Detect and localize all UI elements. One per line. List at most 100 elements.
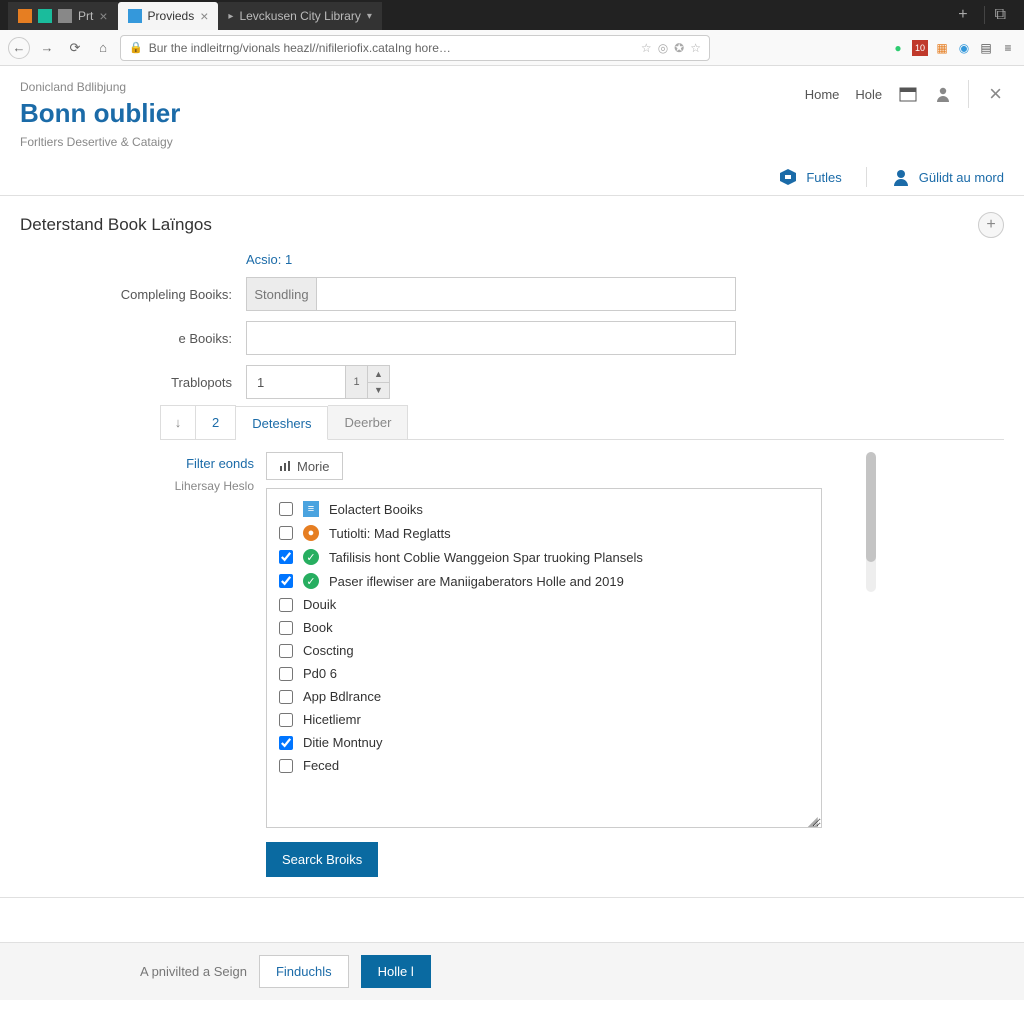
list-checkbox[interactable] — [279, 736, 293, 750]
list-checkbox[interactable] — [279, 574, 293, 588]
browser-tab-3[interactable]: ▸ Levckusen City Library ▾ — [218, 2, 381, 30]
footer-label: A pnivilted a Seign — [140, 964, 247, 979]
list-item[interactable]: ✓Tafilisis hont Coblie Wanggeion Spar tr… — [267, 545, 821, 569]
field-label-ebooks: e Booiks: — [20, 331, 246, 346]
list-item-label: Hicetliemr — [303, 712, 361, 727]
list-checkbox[interactable] — [279, 667, 293, 681]
tab-deteshers[interactable]: Deteshers — [236, 406, 328, 440]
browser-overflow-icon[interactable]: ⧉ — [984, 6, 1016, 24]
list-checkbox[interactable] — [279, 526, 293, 540]
calendar-icon[interactable] — [898, 85, 918, 103]
close-button[interactable]: × — [985, 81, 1006, 107]
list-checkbox[interactable] — [279, 690, 293, 704]
list-item-label: App Bdlrance — [303, 689, 381, 704]
list-item[interactable]: Hicetliemr — [267, 708, 821, 731]
list-item-label: Coscting — [303, 643, 354, 658]
account-guild[interactable]: Gülidt au mord — [891, 167, 1004, 187]
new-tab-button[interactable]: + — [948, 6, 977, 24]
account-bar: Futles Gülidt au mord — [0, 159, 1024, 196]
divider — [866, 167, 867, 187]
list-checkbox[interactable] — [279, 550, 293, 564]
ext-icon[interactable]: ▤ — [978, 40, 994, 56]
list-checkbox[interactable] — [279, 502, 293, 516]
list-item[interactable]: Douik — [267, 593, 821, 616]
tab-label: Prt — [78, 9, 93, 23]
list-item-label: Tutiolti: Mad Reglatts — [329, 526, 451, 541]
list-item[interactable]: ≡Eolactert Booiks — [267, 497, 821, 521]
trablopots-input[interactable] — [246, 365, 346, 399]
favicon-icon — [38, 9, 52, 23]
list-item-label: Book — [303, 620, 333, 635]
holle-button[interactable]: Holle l — [361, 955, 431, 988]
reload-button[interactable]: ⟳ — [64, 37, 86, 59]
bookmark-icon[interactable]: ☆ — [641, 41, 652, 55]
list-checkbox[interactable] — [279, 644, 293, 658]
page-subtitle: Forltiers Desertive & Cataigy — [20, 135, 1004, 149]
browser-toolbar: ← → ⟳ ⌂ 🔒 Bur the indleitrng/vionals hea… — [0, 30, 1024, 66]
close-icon[interactable]: × — [200, 8, 208, 24]
resize-grip-icon[interactable]: ◢ — [807, 813, 819, 825]
finduchls-button[interactable]: Finduchls — [259, 955, 349, 988]
account-label: Gülidt au mord — [919, 170, 1004, 185]
list-item-label: Pd0 6 — [303, 666, 337, 681]
chevron-down-icon[interactable]: ▼ — [368, 383, 389, 399]
forward-button[interactable]: → — [36, 37, 58, 59]
nav-home[interactable]: Home — [805, 87, 840, 102]
address-bar[interactable]: 🔒 Bur the indleitrng/vionals heazl//nifi… — [120, 35, 710, 61]
scrollbar-thumb[interactable] — [866, 452, 876, 562]
page-header: Donicland Bdlibjung Bonn oublier Forltie… — [0, 66, 1024, 159]
list-checkbox[interactable] — [279, 621, 293, 635]
browser-tab-2[interactable]: Provieds × — [118, 2, 219, 30]
lock-icon: 🔒 — [129, 41, 143, 54]
tab-2[interactable]: 2 — [196, 405, 236, 439]
ext-icon[interactable]: ● — [890, 40, 906, 56]
list-item[interactable]: Feced — [267, 754, 821, 777]
filter-listbox: ≡Eolactert Booiks●Tutiolti: Mad Reglatts… — [266, 488, 822, 828]
ext-icon[interactable]: ◉ — [956, 40, 972, 56]
add-button[interactable]: + — [978, 212, 1004, 238]
list-checkbox[interactable] — [279, 598, 293, 612]
favicon-icon — [18, 9, 32, 23]
sort-button[interactable]: ↓ — [160, 405, 196, 439]
tab-label: Provieds — [148, 9, 195, 23]
browser-tab-1[interactable]: Prt × — [8, 2, 118, 30]
filter-eonds-link[interactable]: Filter eonds — [20, 456, 266, 471]
list-item[interactable]: ✓Paser iflewiser are Maniigaberators Hol… — [267, 569, 821, 593]
close-icon[interactable]: × — [99, 8, 107, 24]
dropdown-icon[interactable]: ▾ — [367, 11, 372, 22]
account-futles[interactable]: Futles — [778, 167, 841, 187]
user-icon[interactable] — [934, 85, 952, 103]
chevron-up-icon[interactable]: ▲ — [368, 366, 389, 383]
list-checkbox[interactable] — [279, 713, 293, 727]
menu-icon[interactable]: ≡ — [1000, 40, 1016, 56]
quantity-stepper[interactable]: ▲ ▼ — [368, 365, 390, 399]
list-item[interactable]: ●Tutiolti: Mad Reglatts — [267, 521, 821, 545]
compleling-input[interactable] — [316, 277, 736, 311]
list-item[interactable]: App Bdlrance — [267, 685, 821, 708]
favicon-icon — [128, 9, 142, 23]
list-item[interactable]: Pd0 6 — [267, 662, 821, 685]
list-item-label: Tafilisis hont Coblie Wanggeion Spar tru… — [329, 550, 643, 565]
action-acsio[interactable]: Acsio: 1 — [246, 252, 292, 267]
nav-hole[interactable]: Hole — [855, 87, 882, 102]
list-item[interactable]: Coscting — [267, 639, 821, 662]
list-item[interactable]: Ditie Montnuy — [267, 731, 821, 754]
ext-icon[interactable]: 10 — [912, 40, 928, 56]
trablopots-suffix: 1 — [346, 365, 368, 399]
field-addon-stondling[interactable]: Stondling — [246, 277, 316, 311]
account-label: Futles — [806, 170, 841, 185]
list-item[interactable]: Book — [267, 616, 821, 639]
shield-icon[interactable]: ◎ — [658, 41, 668, 55]
search-books-button[interactable]: Searck Broiks — [266, 842, 378, 877]
tab-deerber[interactable]: Deerber — [328, 405, 408, 439]
globe-icon[interactable]: ✪ — [674, 41, 684, 55]
scrollbar[interactable] — [866, 452, 876, 592]
ebooks-input[interactable] — [246, 321, 736, 355]
star-icon[interactable]: ☆ — [690, 41, 701, 55]
ext-icon[interactable]: ▦ — [934, 40, 950, 56]
more-button[interactable]: Morie — [266, 452, 343, 480]
library-label: Lihersay Heslo — [20, 479, 266, 493]
list-checkbox[interactable] — [279, 759, 293, 773]
back-button[interactable]: ← — [8, 37, 30, 59]
home-button[interactable]: ⌂ — [92, 37, 114, 59]
